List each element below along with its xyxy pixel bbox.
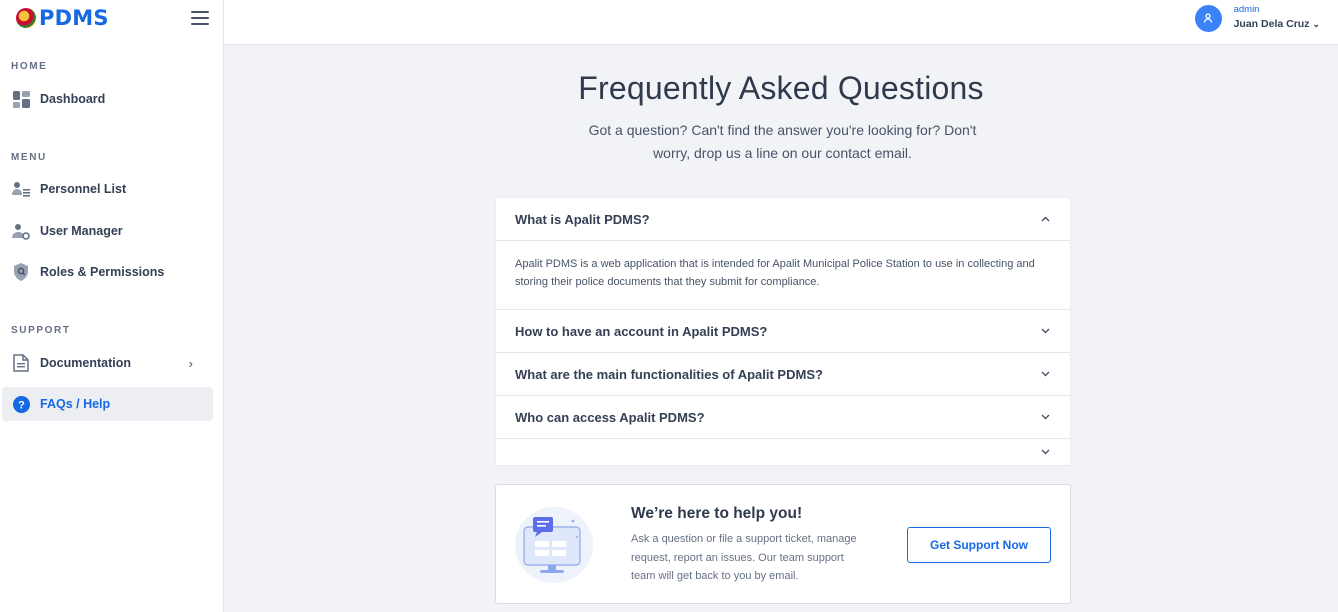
chevron-down-icon: ⌄ [1312,19,1320,29]
section-label-support: SUPPORT [11,325,71,336]
user-role: admin [1233,4,1260,15]
chevron-down-icon [1041,447,1050,458]
faq-question-text: Who can access Apalit PDMS? [515,409,705,425]
help-text: Ask a question or file a support ticket,… [631,533,857,582]
user-name: Juan Dela Cruz ⌄ [1233,18,1320,30]
chevron-right-icon: › [188,355,193,371]
user-avatar-icon [1194,4,1222,32]
sidebar-item-label: Dashboard [40,92,106,106]
chevron-down-icon [1041,412,1050,423]
faq-question-1[interactable]: What is Apalit PDMS? [496,198,1070,241]
faq-question-text: What is Apalit PDMS? [515,211,650,227]
personnel-list-icon [12,180,30,198]
user-manager-icon [12,222,30,240]
svg-text:?: ? [18,399,25,411]
chevron-down-icon [1041,369,1050,380]
sidebar-item-label: FAQs / Help [40,397,111,411]
faq-question-5[interactable] [496,439,1070,465]
faq-question-3[interactable]: What are the main functionalities of Apa… [496,353,1070,396]
sidebar-item-roles-permissions[interactable]: Roles & Permissions [2,255,213,289]
user-menu[interactable]: admin Juan Dela Cruz ⌄ [1194,4,1320,32]
page-subtitle: Got a question? Can't find the answer yo… [588,122,977,161]
question-icon: ? [12,395,30,413]
faq-question-4[interactable]: Who can access Apalit PDMS? [496,396,1070,439]
topbar: admin Juan Dela Cruz ⌄ [224,0,1338,45]
get-support-button[interactable]: Get Support Now [907,527,1051,563]
sidebar: PDMS HOME Dashboard MENU Personnel List … [0,0,224,612]
faq-question-text: What are the main functionalities of Apa… [515,366,823,382]
sidebar-item-label: User Manager [40,224,123,238]
brand[interactable]: PDMS [0,0,223,36]
sidebar-item-user-manager[interactable]: User Manager [2,214,213,248]
sidebar-item-label: Roles & Permissions [40,265,165,279]
hamburger-menu-icon[interactable] [191,11,209,25]
sidebar-item-documentation[interactable]: Documentation › [2,346,213,380]
chevron-down-icon [1041,326,1050,337]
support-illustration-icon [515,507,593,583]
chevron-up-icon [1041,214,1050,225]
faq-answer-1: Apalit PDMS is a web application that is… [496,241,1070,310]
help-card: We’re here to help you! Ask a question o… [495,484,1071,604]
document-icon [12,354,30,372]
brand-name: PDMS [39,6,109,30]
section-label-menu: MENU [11,152,47,163]
sidebar-item-personnel-list[interactable]: Personnel List [2,172,213,206]
sidebar-item-label: Documentation [40,356,131,370]
help-title: We’re here to help you! [631,505,803,522]
shield-icon [12,263,30,281]
dashboard-icon [12,90,30,108]
faq-question-2[interactable]: How to have an account in Apalit PDMS? [496,310,1070,353]
brand-logo [16,8,36,28]
page-title: Frequently Asked Questions [578,70,984,106]
sidebar-item-faqs-help[interactable]: ? FAQs / Help [2,387,213,421]
sidebar-item-dashboard[interactable]: Dashboard [2,82,213,116]
faq-question-text: How to have an account in Apalit PDMS? [515,323,768,339]
sidebar-item-label: Personnel List [40,182,127,196]
section-label-home: HOME [11,61,48,72]
faq-accordion: What is Apalit PDMS? Apalit PDMS is a we… [495,197,1071,466]
